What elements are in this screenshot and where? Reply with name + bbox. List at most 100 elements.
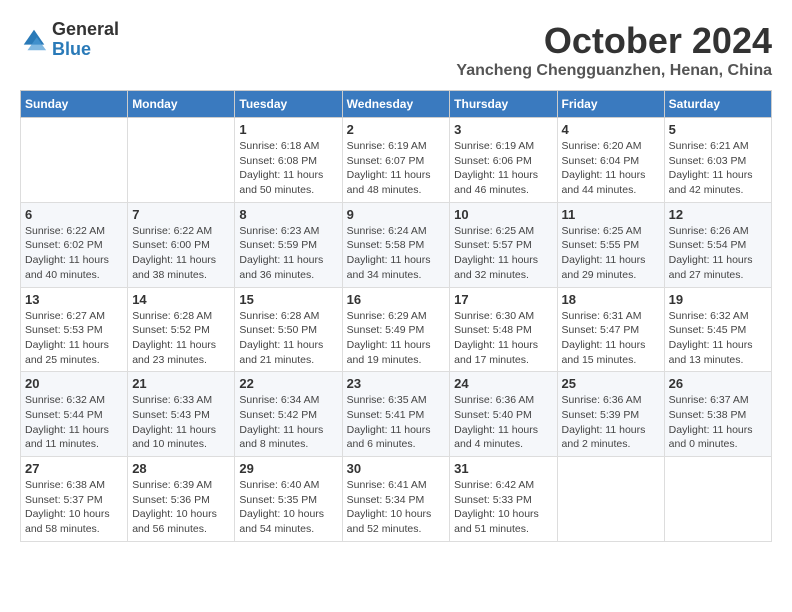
calendar-cell: 16 Sunrise: 6:29 AM Sunset: 5:49 PM Dayli… — [342, 287, 450, 372]
day-number: 24 — [454, 376, 552, 391]
cell-details: Sunrise: 6:18 AM Sunset: 6:08 PM Dayligh… — [239, 139, 337, 198]
calendar-cell: 25 Sunrise: 6:36 AM Sunset: 5:39 PM Dayli… — [557, 372, 664, 457]
calendar-cell: 17 Sunrise: 6:30 AM Sunset: 5:48 PM Dayli… — [450, 287, 557, 372]
day-number: 6 — [25, 207, 123, 222]
day-number: 7 — [132, 207, 230, 222]
calendar-cell: 19 Sunrise: 6:32 AM Sunset: 5:45 PM Dayli… — [664, 287, 771, 372]
cell-details: Sunrise: 6:22 AM Sunset: 6:02 PM Dayligh… — [25, 224, 123, 283]
day-number: 5 — [669, 122, 767, 137]
calendar-cell: 22 Sunrise: 6:34 AM Sunset: 5:42 PM Dayli… — [235, 372, 342, 457]
calendar-cell: 23 Sunrise: 6:35 AM Sunset: 5:41 PM Dayli… — [342, 372, 450, 457]
day-number: 13 — [25, 292, 123, 307]
day-number: 23 — [347, 376, 446, 391]
calendar-cell: 6 Sunrise: 6:22 AM Sunset: 6:02 PM Daylig… — [21, 202, 128, 287]
weekday-header: Saturday — [664, 91, 771, 118]
page-header: General Blue October 2024 Yancheng Cheng… — [20, 20, 772, 80]
day-number: 19 — [669, 292, 767, 307]
day-number: 30 — [347, 461, 446, 476]
calendar-cell: 31 Sunrise: 6:42 AM Sunset: 5:33 PM Dayli… — [450, 457, 557, 542]
cell-details: Sunrise: 6:19 AM Sunset: 6:06 PM Dayligh… — [454, 139, 552, 198]
calendar-cell: 30 Sunrise: 6:41 AM Sunset: 5:34 PM Dayli… — [342, 457, 450, 542]
day-number: 14 — [132, 292, 230, 307]
day-number: 12 — [669, 207, 767, 222]
day-number: 28 — [132, 461, 230, 476]
cell-details: Sunrise: 6:41 AM Sunset: 5:34 PM Dayligh… — [347, 478, 446, 537]
cell-details: Sunrise: 6:21 AM Sunset: 6:03 PM Dayligh… — [669, 139, 767, 198]
day-number: 4 — [562, 122, 660, 137]
cell-details: Sunrise: 6:32 AM Sunset: 5:44 PM Dayligh… — [25, 393, 123, 452]
cell-details: Sunrise: 6:42 AM Sunset: 5:33 PM Dayligh… — [454, 478, 552, 537]
day-number: 20 — [25, 376, 123, 391]
cell-details: Sunrise: 6:23 AM Sunset: 5:59 PM Dayligh… — [239, 224, 337, 283]
day-number: 17 — [454, 292, 552, 307]
calendar-cell: 5 Sunrise: 6:21 AM Sunset: 6:03 PM Daylig… — [664, 118, 771, 203]
day-number: 29 — [239, 461, 337, 476]
calendar-cell: 11Sunrise: 6:25 AM Sunset: 5:55 PM Dayli… — [557, 202, 664, 287]
cell-details: Sunrise: 6:35 AM Sunset: 5:41 PM Dayligh… — [347, 393, 446, 452]
cell-details: Sunrise: 6:24 AM Sunset: 5:58 PM Dayligh… — [347, 224, 446, 283]
cell-details: Sunrise: 6:39 AM Sunset: 5:36 PM Dayligh… — [132, 478, 230, 537]
calendar-cell — [557, 457, 664, 542]
cell-details: Sunrise: 6:19 AM Sunset: 6:07 PM Dayligh… — [347, 139, 446, 198]
calendar-cell: 21Sunrise: 6:33 AM Sunset: 5:43 PM Dayli… — [128, 372, 235, 457]
calendar-cell — [664, 457, 771, 542]
calendar-cell: 27Sunrise: 6:38 AM Sunset: 5:37 PM Dayli… — [21, 457, 128, 542]
calendar-cell — [21, 118, 128, 203]
cell-details: Sunrise: 6:28 AM Sunset: 5:52 PM Dayligh… — [132, 309, 230, 368]
weekday-header: Sunday — [21, 91, 128, 118]
calendar-cell: 20 Sunrise: 6:32 AM Sunset: 5:44 PM Dayli… — [21, 372, 128, 457]
day-number: 18 — [562, 292, 660, 307]
logo: General Blue — [20, 20, 119, 60]
day-number: 3 — [454, 122, 552, 137]
calendar-cell: 3 Sunrise: 6:19 AM Sunset: 6:06 PM Daylig… — [450, 118, 557, 203]
cell-details: Sunrise: 6:22 AM Sunset: 6:00 PM Dayligh… — [132, 224, 230, 283]
cell-details: Sunrise: 6:28 AM Sunset: 5:50 PM Dayligh… — [239, 309, 337, 368]
cell-details: Sunrise: 6:25 AM Sunset: 5:55 PM Dayligh… — [562, 224, 660, 283]
weekday-header: Wednesday — [342, 91, 450, 118]
weekday-header: Friday — [557, 91, 664, 118]
cell-details: Sunrise: 6:31 AM Sunset: 5:47 PM Dayligh… — [562, 309, 660, 368]
cell-details: Sunrise: 6:20 AM Sunset: 6:04 PM Dayligh… — [562, 139, 660, 198]
cell-details: Sunrise: 6:30 AM Sunset: 5:48 PM Dayligh… — [454, 309, 552, 368]
day-number: 22 — [239, 376, 337, 391]
day-number: 15 — [239, 292, 337, 307]
calendar-cell: 28 Sunrise: 6:39 AM Sunset: 5:36 PM Dayli… — [128, 457, 235, 542]
calendar-cell: 2 Sunrise: 6:19 AM Sunset: 6:07 PM Daylig… — [342, 118, 450, 203]
day-number: 9 — [347, 207, 446, 222]
day-number: 8 — [239, 207, 337, 222]
cell-details: Sunrise: 6:26 AM Sunset: 5:54 PM Dayligh… — [669, 224, 767, 283]
cell-details: Sunrise: 6:32 AM Sunset: 5:45 PM Dayligh… — [669, 309, 767, 368]
day-number: 27 — [25, 461, 123, 476]
location-title: Yancheng Chengguanzhen, Henan, China — [456, 62, 772, 80]
cell-details: Sunrise: 6:29 AM Sunset: 5:49 PM Dayligh… — [347, 309, 446, 368]
calendar-table: SundayMondayTuesdayWednesdayThursdayFrid… — [20, 90, 772, 542]
day-number: 21 — [132, 376, 230, 391]
cell-details: Sunrise: 6:34 AM Sunset: 5:42 PM Dayligh… — [239, 393, 337, 452]
calendar-cell: 24 Sunrise: 6:36 AM Sunset: 5:40 PM Dayli… — [450, 372, 557, 457]
calendar-cell: 10Sunrise: 6:25 AM Sunset: 5:57 PM Dayli… — [450, 202, 557, 287]
logo-text: General Blue — [52, 20, 119, 60]
logo-icon — [20, 26, 48, 54]
calendar-cell: 13Sunrise: 6:27 AM Sunset: 5:53 PM Dayli… — [21, 287, 128, 372]
day-number: 25 — [562, 376, 660, 391]
calendar-cell: 4 Sunrise: 6:20 AM Sunset: 6:04 PM Daylig… — [557, 118, 664, 203]
month-title: October 2024 — [456, 20, 772, 62]
cell-details: Sunrise: 6:37 AM Sunset: 5:38 PM Dayligh… — [669, 393, 767, 452]
calendar-week-row: 6 Sunrise: 6:22 AM Sunset: 6:02 PM Daylig… — [21, 202, 772, 287]
calendar-cell: 18 Sunrise: 6:31 AM Sunset: 5:47 PM Dayli… — [557, 287, 664, 372]
day-number: 2 — [347, 122, 446, 137]
calendar-cell — [128, 118, 235, 203]
weekday-header: Thursday — [450, 91, 557, 118]
calendar-cell: 15 Sunrise: 6:28 AM Sunset: 5:50 PM Dayli… — [235, 287, 342, 372]
calendar-week-row: 20 Sunrise: 6:32 AM Sunset: 5:44 PM Dayli… — [21, 372, 772, 457]
cell-details: Sunrise: 6:36 AM Sunset: 5:40 PM Dayligh… — [454, 393, 552, 452]
calendar-cell: 26Sunrise: 6:37 AM Sunset: 5:38 PM Dayli… — [664, 372, 771, 457]
day-number: 16 — [347, 292, 446, 307]
cell-details: Sunrise: 6:36 AM Sunset: 5:39 PM Dayligh… — [562, 393, 660, 452]
calendar-cell: 7 Sunrise: 6:22 AM Sunset: 6:00 PM Daylig… — [128, 202, 235, 287]
title-section: October 2024 Yancheng Chengguanzhen, Hen… — [456, 20, 772, 80]
day-number: 31 — [454, 461, 552, 476]
weekday-header: Tuesday — [235, 91, 342, 118]
calendar-week-row: 13Sunrise: 6:27 AM Sunset: 5:53 PM Dayli… — [21, 287, 772, 372]
day-number: 10 — [454, 207, 552, 222]
